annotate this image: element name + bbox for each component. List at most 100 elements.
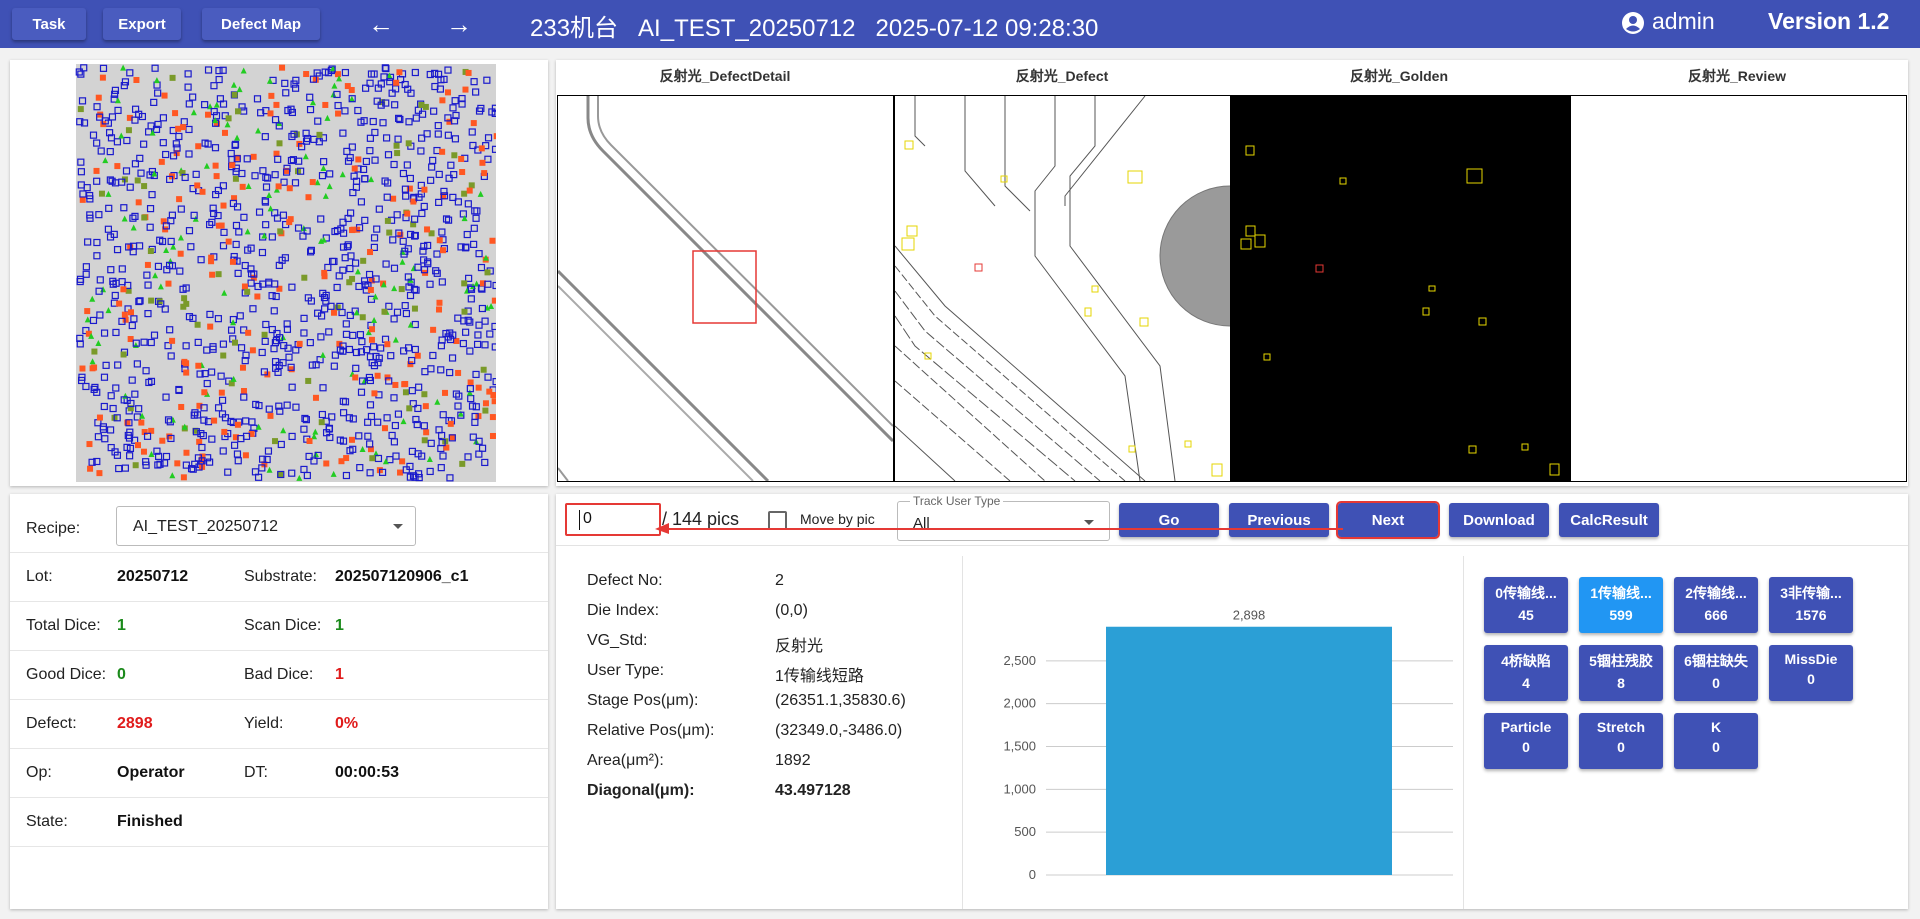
category-button[interactable]: 2传输线... 666 (1674, 577, 1758, 633)
golden-image[interactable] (1231, 95, 1570, 482)
next-button[interactable]: Next (1336, 501, 1440, 539)
y-tick-label: 1,500 (1003, 739, 1036, 754)
defect-yield-row: Defect: 2898 Yield: 0% (10, 700, 548, 749)
wafer-defect-marker (161, 92, 168, 99)
wafer-defect-marker (398, 286, 405, 293)
wafer-defect-marker (286, 219, 293, 226)
wafer-defect-marker (249, 347, 256, 354)
wafer-defect-marker (455, 369, 462, 376)
recipe-select[interactable]: AI_TEST_20250712 (116, 506, 416, 546)
category-button[interactable]: 4桥缺陷 4 (1484, 645, 1568, 701)
pic-index-input[interactable]: 0 (565, 503, 661, 536)
category-count: 8 (1617, 675, 1625, 691)
y-tick-label: 2,000 (1003, 696, 1036, 711)
category-button[interactable]: 5锢柱残胶 8 (1579, 645, 1663, 701)
op-label: Op: (26, 764, 52, 781)
defect-info-value: 1传输线短路 (775, 668, 864, 685)
wafer-defect-marker (286, 185, 293, 192)
export-button[interactable]: Export (103, 8, 181, 40)
dice-row: Total Dice: 1 Scan Dice: 1 (10, 602, 548, 651)
wafer-defect-marker (374, 372, 381, 379)
category-button[interactable]: 0传输线... 45 (1484, 577, 1568, 633)
wafer-defect-marker (134, 442, 141, 449)
category-button[interactable]: 6锢柱缺失 0 (1674, 645, 1758, 701)
pic-index-value: 0 (583, 510, 592, 527)
defect-info-value: 1892 (775, 752, 811, 769)
yield-value: 0% (335, 715, 359, 732)
category-button[interactable]: Stretch 0 (1579, 713, 1663, 769)
total-dice-label: Total Dice: (26, 617, 101, 634)
defect-image[interactable] (894, 95, 1231, 482)
image-title-defect: 反射光_Defect (1015, 68, 1109, 84)
account-icon[interactable] (1622, 12, 1644, 34)
wafer-defect-marker (279, 64, 286, 71)
image-title-review: 反射光_Review (1687, 68, 1787, 84)
wafer-defect-marker (140, 448, 147, 455)
defect-detail-image[interactable] (557, 95, 894, 482)
wafer-defect-marker (334, 71, 341, 78)
wafer-defect-marker (125, 127, 132, 134)
wafer-defect-marker (235, 108, 242, 115)
wafer-defect-marker (183, 300, 190, 307)
wafer-defect-marker (442, 389, 449, 396)
wafer-defect-marker (355, 156, 362, 163)
wafer-defect-marker (194, 321, 201, 328)
wafer-defect-marker (296, 340, 303, 347)
defect-map-button[interactable]: Defect Map (202, 8, 320, 40)
wafer-defect-marker (367, 286, 374, 293)
download-button[interactable]: Download (1449, 503, 1549, 537)
bar[interactable] (1106, 626, 1392, 875)
wafer-defect-marker (381, 308, 388, 315)
wafer-defect-marker (241, 283, 248, 290)
bad-dice-value: 1 (335, 666, 344, 683)
wafer-defect-marker (120, 286, 127, 293)
wafer-defect-marker (205, 111, 212, 118)
wafer-defect-marker (402, 389, 409, 396)
username[interactable]: admin (1652, 8, 1715, 35)
recipe-value: AI_TEST_20250712 (133, 518, 278, 535)
wafer-defect-marker (183, 369, 190, 376)
wafer-defect-marker (349, 227, 356, 234)
defect-value: 2898 (117, 715, 153, 732)
dt-value: 00:00:53 (335, 764, 400, 781)
scan-dice-label: Scan Dice: (244, 617, 322, 634)
defect-info-value: 反射光 (775, 638, 824, 655)
category-button[interactable]: Particle 0 (1484, 713, 1568, 769)
wafer-defect-marker (301, 274, 308, 281)
defect-info-label: Area(μm²): (587, 752, 664, 769)
wafer-defect-marker (93, 167, 100, 174)
wafer-defect-marker (220, 352, 227, 359)
category-button[interactable]: K0 (1674, 713, 1758, 769)
task-button[interactable]: Task (12, 8, 86, 40)
wafer-defect-marker (213, 173, 220, 180)
category-button[interactable]: 1传输线... 599 (1579, 577, 1663, 633)
wafer-map[interactable] (66, 62, 496, 484)
wafer-defect-marker (225, 238, 232, 245)
wafer-defect-marker (482, 407, 489, 414)
defect-count-chart: 0 500 1,000 1,500 2,000 2,500 2,898 (1003, 608, 1453, 882)
wafer-defect-marker (316, 131, 323, 138)
y-tick-label: 2,500 (1003, 653, 1036, 668)
wafer-defect-marker (414, 352, 421, 359)
category-name: 0传输线... (1495, 585, 1557, 601)
calc-result-button[interactable]: CalcResult (1559, 503, 1659, 537)
wafer-defect-marker (467, 379, 474, 386)
wafer-defect-marker (484, 269, 491, 276)
defect-info-label: Diagonal(μm): (587, 782, 695, 799)
category-count: 599 (1609, 607, 1633, 623)
category-button[interactable]: 3非传输... 1576 (1769, 577, 1853, 633)
review-image[interactable] (1570, 95, 1907, 482)
wafer-defect-marker (172, 110, 179, 117)
wafer-defect-marker (277, 228, 284, 235)
category-button[interactable]: MissDie 0 (1769, 645, 1853, 701)
wafer-defect-marker (79, 196, 86, 203)
wafer-defect-marker (480, 366, 487, 373)
back-arrow-icon[interactable]: ← (368, 10, 394, 38)
state-row: State: Finished (10, 798, 548, 847)
forward-arrow-icon[interactable]: → (446, 10, 472, 38)
state-value: Finished (117, 813, 183, 830)
wafer-defect-marker (121, 311, 128, 318)
substrate-label: Substrate: (244, 568, 317, 585)
wafer-defect-marker (462, 86, 469, 93)
wafer-defect-marker (489, 237, 496, 244)
